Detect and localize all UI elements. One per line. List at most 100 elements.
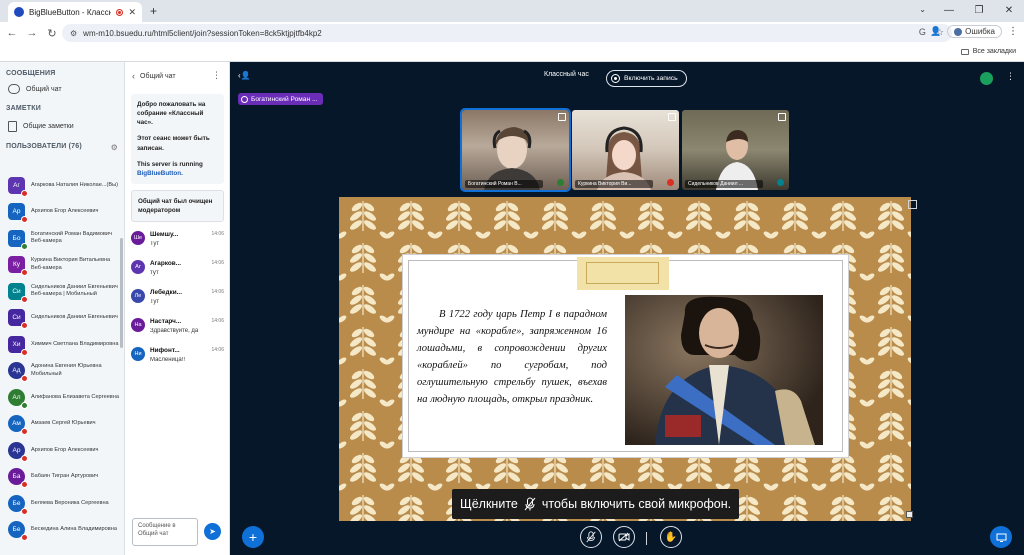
user-list-item[interactable]: Ал Алифанова Елизавета Сергеевна (0, 384, 124, 411)
slide-zoom-icon[interactable] (906, 511, 913, 518)
users-section-header: ПОЛЬЗОВАТЕЛИ (76) ⚙ (0, 137, 124, 156)
public-chat-label: Общий чат (26, 85, 62, 93)
new-tab-button[interactable]: + (150, 4, 157, 18)
send-message-button[interactable]: ➤ (204, 523, 221, 540)
avatar-initials: Хи (12, 340, 21, 348)
fullscreen-icon[interactable] (558, 113, 566, 121)
avatar: Си (8, 309, 28, 330)
tab-title: BigBlueButton - Классный (29, 7, 112, 17)
url-bar[interactable]: ⚙ wm-m10.bsuedu.ru/html5client/join?sess… (62, 24, 952, 42)
toggle-user-list-icon[interactable]: ‹👤 (238, 71, 251, 80)
user-list-item[interactable]: Бе Беляева Вероника Сергеевна (0, 490, 124, 517)
welcome-line-2: Этот сеанс может быть записан. (137, 135, 210, 152)
chat-panel: ‹ Общий чат ⋮ Добро пожаловать на собран… (126, 62, 230, 555)
chat-title[interactable]: Общий чат (140, 73, 176, 80)
user-list-item[interactable]: Ар Архипов Егор Алексеевич (0, 437, 124, 464)
user-text: Куркина Виктория Витальевна Веб-камера (31, 257, 123, 272)
forward-icon[interactable]: → (22, 27, 42, 39)
talking-indicator[interactable]: Богатинский Роман ... (238, 93, 324, 105)
avatar[interactable]: Ше (131, 231, 145, 246)
webcam-tile[interactable]: Богатинский Роман В... (460, 108, 571, 192)
user-list-panel: СООБЩЕНИЯ Общий чат ЗАМЕТКИ Общие заметк… (0, 62, 125, 555)
browser-tab[interactable]: BigBlueButton - Классный ✕ (8, 2, 142, 22)
address-toolbar: ← → ↻ ⚙ wm-m10.bsuedu.ru/html5client/joi… (0, 22, 1024, 44)
fullscreen-icon[interactable] (668, 113, 676, 121)
avatar-initials: Бо (12, 234, 21, 242)
camera-button[interactable] (613, 526, 635, 548)
mic-prompt-after: чтобы включить свой микрофон. (541, 497, 732, 511)
all-bookmarks-button[interactable]: Все закладки (960, 48, 1016, 55)
microphone-button[interactable] (580, 526, 602, 548)
tab-close-icon[interactable]: ✕ (128, 7, 136, 18)
webcam-name: Сидельников Даниил ... (685, 180, 763, 188)
user-list-item[interactable]: Си Сидельников Даниил Евгеньевич Веб-камер… (0, 278, 124, 305)
options-menu-icon[interactable]: ⋮ (1006, 71, 1015, 82)
users-settings-gear-icon[interactable]: ⚙ (111, 143, 118, 152)
close-window-icon[interactable]: ✕ (994, 0, 1024, 20)
user-list-item[interactable]: Ба Бабаян Тигран Артурович (0, 464, 124, 491)
user-name: Архипов Егор Алексеевич (31, 208, 99, 215)
mic-status-icon (21, 216, 28, 224)
user-name: Амзаев Сергей Юрьевич (31, 420, 96, 427)
bigbluebutton-link[interactable]: BigBlueButton. (137, 170, 183, 177)
user-list-item[interactable]: Ад Адонина Евгения Юрьевна Мобильный (0, 358, 124, 385)
user-list-item[interactable]: Ку Куркина Виктория Витальевна Веб-камера (0, 252, 124, 279)
users-scrollbar[interactable] (120, 238, 123, 348)
tab-search-icon[interactable]: ⌄ (919, 5, 926, 14)
back-icon[interactable]: ← (2, 27, 22, 39)
avatar: Бе (8, 521, 28, 542)
browser-menu-icon[interactable]: ⋮ (1008, 26, 1018, 37)
users-list: Аг Агаркова Наталия Николае...(Вы) Ар Архип… (0, 172, 124, 544)
chevron-left-icon[interactable]: ‹ (132, 71, 135, 81)
user-name: Бескедина Алина Владимировна (31, 526, 117, 533)
restore-icon[interactable]: ❐ (964, 0, 994, 20)
chat-cleared-notice: Общий чат был очищен модератором (131, 189, 224, 223)
webcam-feed-image (484, 127, 540, 190)
user-list-item[interactable]: Бе Бескедина Алина Владимировна (0, 517, 124, 544)
webcam-tile[interactable]: Куркина Виктория Ви... (572, 110, 679, 190)
message-body: Настарч... 14:06 Здравствуйте, да (150, 318, 224, 341)
reload-icon[interactable]: ↻ (42, 27, 62, 40)
site-info-icon[interactable]: ⚙ (70, 29, 77, 38)
actions-plus-button[interactable]: + (242, 526, 264, 548)
public-chat-link[interactable]: Общий чат (0, 81, 124, 99)
message-text: тут (150, 270, 159, 277)
presentation-slide[interactable]: В 1722 году царь Петр I в парадном мунди… (339, 197, 911, 521)
user-list-item[interactable]: Ар Архипов Егор Алексеевич (0, 199, 124, 226)
user-text: Архипов Егор Алексеевич (31, 208, 123, 215)
message-body: Агарков... 14:06 тут (150, 260, 224, 283)
avatar[interactable]: Аг (131, 260, 145, 275)
avatar[interactable]: Ле (131, 289, 145, 304)
layout-button[interactable] (990, 526, 1012, 548)
avatar: Бе (8, 494, 28, 515)
translate-icon[interactable]: G (919, 27, 926, 38)
user-list-item[interactable]: Си Сидельников Даниил Евгеньевич (0, 305, 124, 332)
mic-status-icon (21, 507, 28, 515)
webcam-feed-image (716, 130, 758, 190)
mic-prompt-banner[interactable]: Щёлкните чтобы включить свой микрофон. (452, 489, 740, 519)
user-list-item[interactable]: Ам Амзаев Сергей Юрьевич (0, 411, 124, 438)
shared-notes-link[interactable]: Общие заметки (0, 116, 124, 137)
raise-hand-button[interactable]: ✋ (660, 526, 682, 548)
profile-icon[interactable]: 👤 (930, 26, 941, 37)
connection-status-icon[interactable] (980, 72, 993, 85)
user-list-item[interactable]: Хи Химмич Светлана Владимировна (0, 331, 124, 358)
minimize-icon[interactable]: — (934, 0, 964, 20)
user-list-item[interactable]: Бо Богатинский Роман Вадимович Веб-камера (0, 225, 124, 252)
chat-options-icon[interactable]: ⋮ (212, 70, 221, 81)
chat-message-input[interactable]: Сообщение в Общий чат (132, 518, 198, 546)
chat-message: Ле Лебедки... 14:06 Тут (126, 286, 229, 315)
notes-icon (8, 121, 17, 132)
user-list-item[interactable]: Аг Агаркова Наталия Николае...(Вы) (0, 172, 124, 199)
avatar[interactable]: На (131, 318, 145, 333)
webcam-tile[interactable]: Сидельников Даниил ... (682, 110, 789, 190)
start-recording-button[interactable]: Включить запись (606, 70, 687, 87)
slide-fullscreen-icon[interactable] (908, 200, 917, 209)
avatar[interactable]: Ни (131, 347, 145, 362)
message-sender: Нифонт... (150, 347, 180, 355)
avatar: Си (8, 282, 28, 303)
user-name: Химмич Светлана Владимировна (31, 340, 119, 347)
profile-error-button[interactable]: Ошибка (947, 25, 1002, 38)
webcam-strip: Богатинский Роман В... Куркина Виктория … (460, 108, 789, 192)
fullscreen-icon[interactable] (778, 113, 786, 121)
